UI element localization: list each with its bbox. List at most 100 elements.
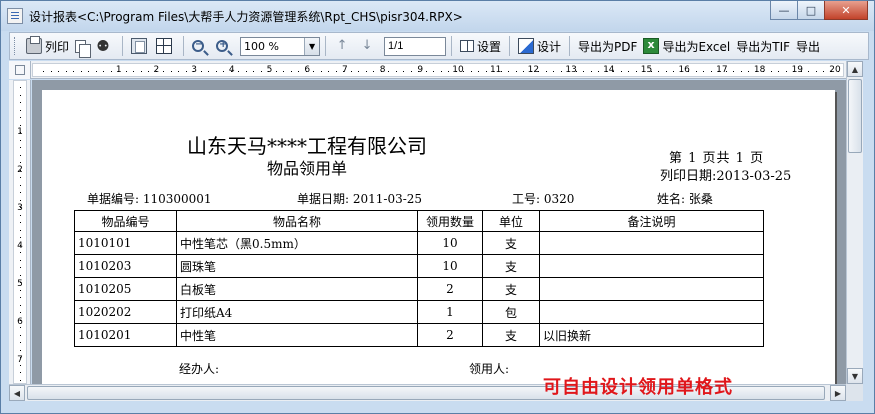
ruler-tick <box>65 71 67 72</box>
handler-label: 经办人: <box>179 362 220 376</box>
ruler-number: 11 <box>489 65 502 75</box>
zoom-in-icon: + <box>216 39 229 52</box>
chevron-down-icon[interactable]: ▼ <box>304 37 320 55</box>
page-number-input[interactable] <box>384 36 447 56</box>
table-cell <box>539 231 764 255</box>
ruler-tick <box>748 71 749 72</box>
promo-caption: 可自由设计领用单格式 <box>543 377 733 398</box>
ruler-tick <box>463 71 464 72</box>
scrollbar-corner <box>846 384 863 401</box>
ruler-tick <box>800 71 802 72</box>
find-button[interactable]: ⚉ <box>92 35 117 57</box>
ruler-tick <box>20 304 21 306</box>
table-cell: 1010205 <box>74 277 177 301</box>
ruler-corner <box>9 61 31 79</box>
table-cell <box>539 254 764 278</box>
zoom-value: 100 % <box>244 39 279 53</box>
toolbar-separator <box>325 36 327 56</box>
report-page: 山东天马****工程有限公司 物品领用单 第 1 页共 1 页 列印日期:201… <box>42 90 835 384</box>
ruler-number: 12 <box>527 65 540 75</box>
ruler-tick <box>118 71 119 72</box>
minimize-button[interactable]: — <box>770 1 797 20</box>
ruler-tick <box>755 71 757 72</box>
ruler-tick <box>110 71 112 72</box>
close-button[interactable]: ✕ <box>824 1 868 20</box>
toolbar-grip[interactable] <box>14 37 17 55</box>
ruler-tick <box>290 71 292 72</box>
employee-number-field: 工号: 0320 <box>512 192 575 206</box>
zoom-in-button[interactable]: + <box>213 35 237 57</box>
column-header: 单位 <box>482 210 540 232</box>
table-cell: 1010203 <box>74 254 177 278</box>
ruler-number: 4 <box>17 241 23 251</box>
next-page-button[interactable]: ↓ <box>356 35 381 57</box>
ruler-tick <box>740 71 742 72</box>
maximize-button[interactable]: □ <box>797 1 824 20</box>
ruler-tick <box>20 102 21 103</box>
report-canvas[interactable]: 山东天马****工程有限公司 物品领用单 第 1 页共 1 页 列印日期:201… <box>32 80 846 384</box>
ruler-tick <box>590 71 592 72</box>
ruler-tick <box>245 71 247 72</box>
ruler-tick <box>20 349 21 351</box>
ruler-tick <box>695 71 697 72</box>
zoom-select[interactable]: 100 % ▼ <box>240 36 321 56</box>
scroll-left-button[interactable]: ◀ <box>9 385 25 401</box>
export-excel-button[interactable]: 导出为Excel <box>640 35 733 57</box>
page-setup-button[interactable]: 设置 <box>457 35 504 57</box>
ruler-tick <box>358 71 359 72</box>
report-title: 物品领用单 <box>266 159 347 178</box>
previous-page-button[interactable]: ↑ <box>331 35 356 57</box>
ruler-tick <box>20 109 21 111</box>
table-cell: 1010201 <box>74 323 177 347</box>
ruler-tick <box>20 274 21 276</box>
column-header: 备注说明 <box>539 210 764 232</box>
export-pdf-button[interactable]: 导出为PDF <box>575 35 640 57</box>
design-button[interactable]: 设计 <box>515 35 564 57</box>
zoom-out-button[interactable]: − <box>189 35 213 57</box>
ruler-tick <box>838 71 839 72</box>
ruler-tick <box>343 71 344 72</box>
table-cell: 中性笔 <box>176 323 418 347</box>
copy-button[interactable] <box>72 35 92 58</box>
single-page-button[interactable] <box>128 35 153 57</box>
print-date: 列印日期:2013-03-25 <box>660 169 792 184</box>
ruler-tick <box>335 71 337 72</box>
table-cell <box>539 300 764 324</box>
export-button[interactable]: 导出 <box>793 35 823 57</box>
table-cell: 白板笔 <box>176 277 418 301</box>
table-row: 1020202 打印纸A4 1 包 <box>74 300 764 324</box>
ruler-tick <box>103 71 104 72</box>
scroll-down-button[interactable]: ▼ <box>847 368 863 384</box>
scroll-up-button[interactable]: ▲ <box>847 61 863 77</box>
print-button[interactable]: 列印 <box>23 35 72 57</box>
ruler-number: 5 <box>17 279 23 289</box>
ruler-tick <box>605 71 607 72</box>
ruler-tick <box>763 71 764 72</box>
ruler-tick <box>20 192 21 193</box>
excel-icon <box>643 38 660 54</box>
toolbar-separator <box>569 36 571 56</box>
ruler-tick <box>515 71 517 72</box>
ruler-tick <box>560 71 562 72</box>
ruler-tick <box>620 71 622 72</box>
window-title: 设计报表<C:\Program Files\大帮手人力资源管理系统\Rpt_CH… <box>29 10 463 24</box>
title-bar[interactable]: 设计报表<C:\Program Files\大帮手人力资源管理系统\Rpt_CH… <box>1 1 874 31</box>
ruler-tick <box>215 71 217 72</box>
export-tif-button[interactable]: 导出为TIF <box>733 35 793 57</box>
ruler-tick <box>43 71 44 72</box>
ruler-tick <box>530 71 532 72</box>
ruler-tick <box>20 259 21 261</box>
ruler-tick <box>583 71 584 72</box>
toolbar-separator <box>122 36 124 56</box>
multi-page-button[interactable] <box>153 35 178 57</box>
ruler-tick <box>365 71 367 72</box>
ruler-number: 17 <box>716 65 728 75</box>
vertical-scrollbar[interactable]: ▲ ▼ <box>846 61 863 384</box>
ruler-tick <box>253 71 254 72</box>
scroll-right-button[interactable]: ▶ <box>830 385 846 401</box>
ruler-number: 18 <box>753 65 766 75</box>
ruler-tick <box>673 71 674 72</box>
vertical-scroll-thumb[interactable] <box>848 79 862 153</box>
ruler-tick <box>785 71 787 72</box>
ruler-tick <box>425 71 427 72</box>
